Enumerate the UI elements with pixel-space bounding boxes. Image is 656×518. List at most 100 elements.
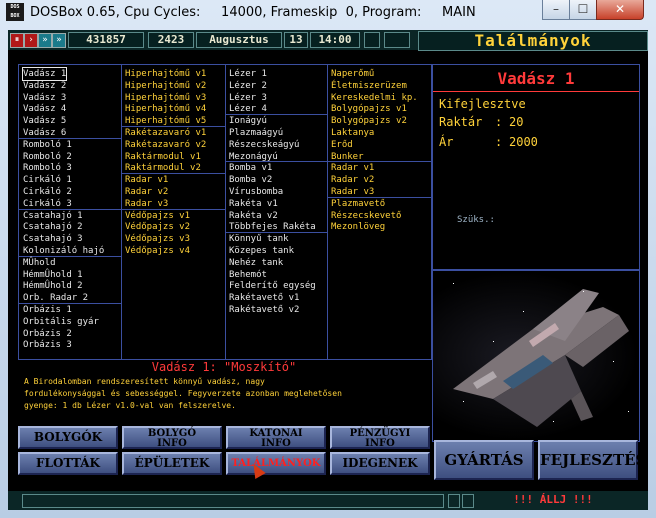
production-button[interactable]: GYÁRTÁS — [434, 440, 534, 480]
list-column: Hiperhajtómű v1 Hiperhajtómű v2 Hiperhajtó… — [121, 65, 226, 359]
research-item[interactable]: Védőpajzs v4 — [125, 245, 190, 257]
research-item[interactable]: Vadász 2 — [23, 80, 66, 92]
research-item[interactable]: Naperőmű — [331, 68, 374, 80]
minimize-button[interactable]: – — [542, 0, 570, 20]
research-item[interactable]: Rakétavető v2 — [229, 304, 299, 316]
research-item[interactable]: Rakéta v2 — [229, 210, 278, 222]
inventions-button[interactable]: TALÁLMÁNYOK — [226, 452, 326, 475]
research-item[interactable]: Részecskevető — [331, 210, 401, 222]
research-item[interactable]: Lézer 2 — [229, 80, 267, 92]
research-item[interactable]: Bolygópajzs v1 — [331, 103, 407, 115]
list-column: Lézer 1 Lézer 2 Lézer 3 Lézer 4 Ionágyú Plazm… — [225, 65, 328, 359]
maximize-button[interactable]: ☐ — [569, 0, 597, 20]
research-item[interactable]: Hiperhajtómű v4 — [125, 103, 206, 115]
fastest-button[interactable]: » — [52, 33, 66, 48]
fleets-button[interactable]: FLOTTÁK — [18, 452, 118, 475]
research-item[interactable]: Cirkáló 2 — [23, 186, 72, 198]
research-item[interactable]: Behemót — [229, 269, 267, 281]
research-item[interactable]: Életmiszerüzem — [331, 80, 407, 92]
research-item[interactable]: Romboló 3 — [23, 162, 72, 174]
pause-button[interactable]: ⏸ — [10, 33, 24, 48]
research-item[interactable]: Radar v1 — [125, 174, 168, 186]
research-item[interactable]: Rakétazavaró v1 — [125, 127, 206, 139]
research-item[interactable]: Hiperhajtómű v3 — [125, 92, 206, 104]
price-value: 2000 — [509, 135, 538, 149]
empty-box — [462, 494, 474, 508]
research-item[interactable]: Romboló 2 — [23, 151, 72, 163]
research-item[interactable]: Vadász 5 — [23, 115, 66, 127]
close-button[interactable]: ✕ — [596, 0, 644, 20]
research-item[interactable]: Radar v1 — [331, 162, 374, 174]
play-button[interactable]: › — [24, 33, 38, 48]
research-item[interactable]: Védőpajzs v3 — [125, 233, 190, 245]
research-item[interactable]: Orbázis 2 — [23, 328, 72, 340]
research-item[interactable]: Lézer 1 — [229, 68, 267, 80]
research-item[interactable]: HémmÛhold 1 — [23, 269, 83, 281]
dosbox-app-icon[interactable]: DOS BOX — [6, 3, 24, 21]
bottom-status-bar: !!! ÁLLJ !!! — [8, 491, 648, 510]
research-item[interactable]: Mezonlöveg — [331, 221, 385, 233]
research-item[interactable]: Orbitális gyár — [23, 316, 99, 328]
research-item[interactable]: Lézer 3 — [229, 92, 267, 104]
status-text: Kifejlesztve — [439, 97, 526, 111]
research-item[interactable]: Csatahajó 2 — [23, 221, 83, 233]
planet-info-button[interactable]: BOLYGÓ INFO — [122, 426, 222, 449]
military-info-button[interactable]: KATONAI INFO — [226, 426, 326, 449]
research-item[interactable]: Bomba v2 — [229, 174, 272, 186]
research-item[interactable]: Felderítő egység — [229, 280, 316, 292]
research-item[interactable]: Vadász 4 — [23, 103, 66, 115]
empty-box — [384, 32, 410, 48]
research-item[interactable]: Vírusbomba — [229, 186, 283, 198]
research-item[interactable]: Részecskeágyú — [229, 139, 299, 151]
info-title: Vadász 1 — [497, 69, 575, 88]
fast-button[interactable]: » — [38, 33, 52, 48]
research-item[interactable]: Kereskedelmi kp. — [331, 92, 418, 104]
research-item[interactable]: Romboló 1 — [23, 139, 72, 151]
research-item[interactable]: Bomba v1 — [229, 162, 272, 174]
research-item[interactable]: Orbázis 1 — [23, 304, 72, 316]
fighter-ship-image — [453, 289, 629, 427]
research-item[interactable]: HémmÛhold 2 — [23, 280, 83, 292]
research-item[interactable]: Plazmaágyú — [229, 127, 283, 139]
list-column: Vadász 1 Vadász 2 Vadász 3 Vadász 4 Vadász 5… — [19, 65, 122, 359]
research-item[interactable]: MÛhold — [23, 257, 56, 269]
price-colon: : — [495, 135, 503, 149]
dosbox-window: DOS BOX DOSBox 0.65, Cpu Cycles: 14000, … — [0, 0, 656, 518]
research-item[interactable]: Hiperhajtómű v1 — [125, 68, 206, 80]
research-item[interactable]: Rakétavető v1 — [229, 292, 299, 304]
research-item[interactable]: Rakéta v1 — [229, 198, 278, 210]
game-screen: ⏸ › » » 431857 2423 Augusztus 13 14:00 T… — [8, 30, 648, 510]
research-item[interactable]: Közepes tank — [229, 245, 294, 257]
development-button[interactable]: FEJLESZTÉS — [538, 440, 646, 480]
research-item[interactable]: Védőpajzs v1 — [125, 210, 190, 222]
research-item[interactable]: Rakétazavaró v2 — [125, 139, 206, 151]
research-item[interactable]: Erőd — [331, 139, 353, 151]
research-item[interactable]: Radar v2 — [331, 174, 374, 186]
research-item[interactable]: Raktármodul v1 — [125, 151, 201, 163]
research-item[interactable]: Csatahajó 3 — [23, 233, 83, 245]
research-item[interactable]: Cirkáló 1 — [23, 174, 72, 186]
aliens-button[interactable]: IDEGENEK — [330, 452, 430, 475]
finance-info-button[interactable]: PÉNZÜGYI INFO — [330, 426, 430, 449]
research-item[interactable]: Plazmavető — [331, 198, 385, 210]
status-text: !!! ÁLLJ !!! — [513, 493, 593, 506]
planets-button[interactable]: BOLYGÓK — [18, 426, 118, 449]
stock-label: Raktár — [439, 115, 483, 129]
research-item[interactable]: Hiperhajtómű v2 — [125, 80, 206, 92]
research-item[interactable]: Bolygópajzs v2 — [331, 115, 407, 127]
research-item[interactable]: Radar v2 — [125, 186, 168, 198]
research-item[interactable]: Laktanya — [331, 127, 374, 139]
research-item[interactable]: Könnyű tank — [229, 233, 289, 245]
description-text: A Birodalomban rendszeresített könnyű va… — [24, 377, 342, 410]
title-bar[interactable]: DOS BOX DOSBox 0.65, Cpu Cycles: 14000, … — [0, 0, 656, 26]
research-item[interactable]: Nehéz tank — [229, 257, 283, 269]
info-divider — [433, 91, 639, 92]
research-item[interactable]: Vadász 3 — [23, 92, 66, 104]
research-item[interactable]: Ionágyú — [229, 115, 267, 127]
buildings-button[interactable]: ÉPÜLETEK — [122, 452, 222, 475]
research-item[interactable]: Vadász 1 — [21, 67, 68, 81]
price-label: Ár — [439, 135, 454, 149]
research-item[interactable]: Védőpajzs v2 — [125, 221, 190, 233]
research-item[interactable]: Orbázis 3 — [23, 339, 72, 351]
research-item[interactable]: Csatahajó 1 — [23, 210, 83, 222]
